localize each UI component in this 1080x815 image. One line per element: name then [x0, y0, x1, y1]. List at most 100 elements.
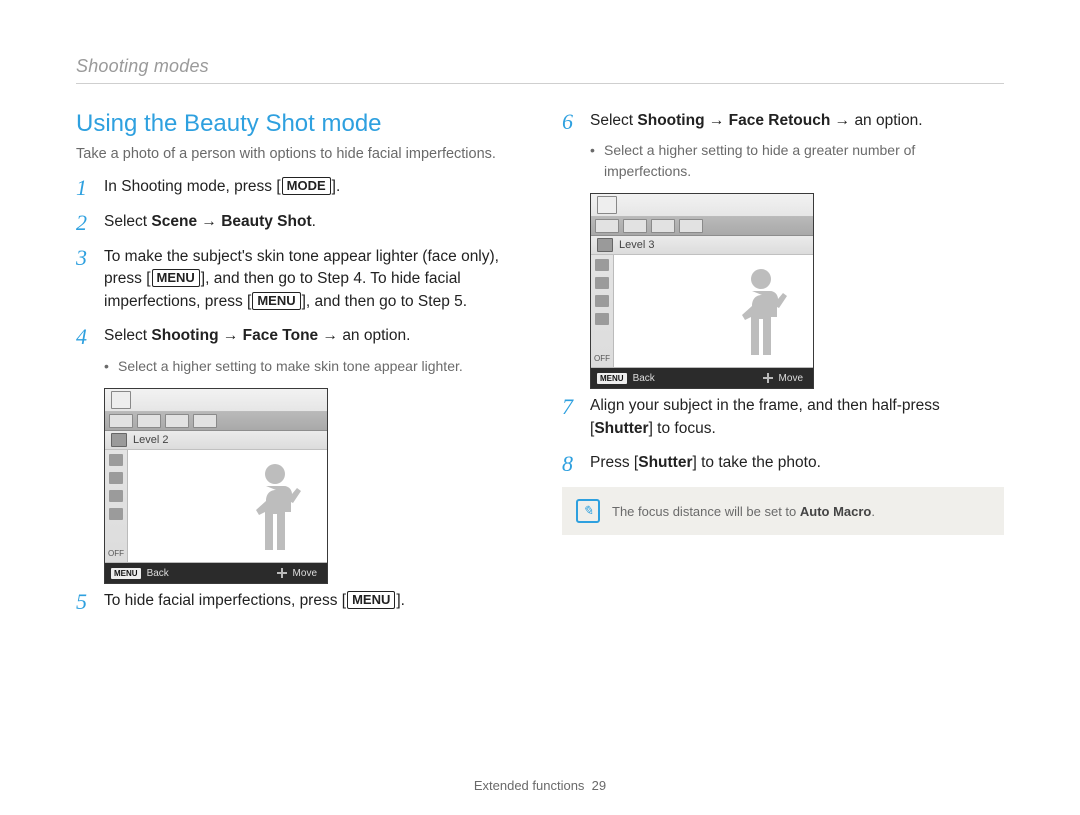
text: ] to take the photo. — [692, 454, 820, 471]
screenshot-bottombar: MENU Back Move — [105, 563, 327, 583]
step-number: 2 — [76, 211, 104, 234]
note-icon: ✎ — [576, 499, 600, 523]
level-label: Level 2 — [133, 434, 168, 446]
step-number: 1 — [76, 176, 104, 199]
arrow: → — [318, 327, 342, 344]
tab-icon — [109, 414, 133, 428]
move-label: Move — [293, 568, 317, 579]
screenshot-level-row: Level 2 — [105, 431, 327, 450]
sidebar-icon — [109, 472, 123, 484]
screenshot-topbar — [591, 194, 813, 217]
navigate-icon — [763, 373, 773, 383]
tab-icon — [193, 414, 217, 428]
move-label: Move — [779, 373, 803, 384]
screenshot-level-row: Level 3 — [591, 236, 813, 255]
step-subtext: •Select a higher setting to make skin to… — [104, 356, 518, 376]
step-number: 5 — [76, 590, 104, 613]
arrow: → — [830, 112, 854, 129]
step-7: 7 Align your subject in the frame, and t… — [562, 395, 1004, 440]
text: ]. — [332, 178, 341, 195]
step-text: In Shooting mode, press [MODE]. — [104, 176, 518, 198]
sidebar-icon — [109, 454, 123, 466]
sidebar-icon — [109, 508, 123, 520]
person-silhouette-icon — [729, 263, 793, 359]
screenshot-preview: OFF — [591, 255, 813, 368]
level-icon — [111, 433, 127, 447]
step-4: 4 Select Shooting → Face Tone → an optio… — [76, 325, 518, 376]
text: . — [871, 504, 875, 519]
step-number: 7 — [562, 395, 590, 418]
step-text: Align your subject in the frame, and the… — [590, 395, 1004, 440]
step-6: 6 Select Shooting → Face Retouch → an op… — [562, 110, 1004, 181]
menu-button-label: MENU — [152, 269, 200, 287]
screenshot-tabs — [105, 412, 327, 431]
arrow: → — [219, 327, 243, 344]
bold: Face Tone — [243, 327, 319, 344]
text: Select a higher setting to make skin ton… — [118, 356, 518, 376]
step-2: 2 Select Scene → Beauty Shot. — [76, 211, 518, 234]
back-label: Back — [147, 568, 169, 579]
arrow: → — [705, 112, 729, 129]
steps-left-2: 5 To hide facial imperfections, press [M… — [76, 590, 518, 613]
header-rule — [76, 83, 1004, 84]
mode-icon — [597, 196, 617, 214]
text: an option. — [342, 327, 410, 344]
note-text: The focus distance will be set to Auto M… — [612, 504, 875, 519]
screenshot-topbar — [105, 389, 327, 412]
page: Shooting modes Using the Beauty Shot mod… — [0, 0, 1080, 625]
menu-button-label: MENU — [252, 292, 300, 310]
mode-icon — [111, 391, 131, 409]
page-footer: Extended functions 29 — [0, 778, 1080, 793]
left-column: Using the Beauty Shot mode Take a photo … — [76, 110, 518, 625]
tab-icon — [651, 219, 675, 233]
step-number: 8 — [562, 452, 590, 475]
text: Select — [590, 112, 637, 129]
back-label: Back — [633, 373, 655, 384]
step-number: 4 — [76, 325, 104, 348]
bold: Beauty Shot — [221, 213, 311, 230]
step-subtext: •Select a higher setting to hide a great… — [590, 140, 1004, 181]
camera-screenshot-face-tone: Level 2 OFF MENUBack Mo — [104, 388, 328, 584]
step-number: 6 — [562, 110, 590, 133]
bold: Shutter — [638, 454, 692, 471]
page-number: 29 — [592, 778, 606, 793]
text: ], and then go to Step 5. — [302, 293, 467, 310]
bold: Shooting — [637, 112, 704, 129]
arrow: → — [197, 213, 221, 230]
mode-button-label: MODE — [282, 177, 331, 195]
bullet: • — [590, 140, 604, 181]
step-1: 1 In Shooting mode, press [MODE]. — [76, 176, 518, 199]
bullet: • — [104, 356, 118, 376]
tab-icon — [137, 414, 161, 428]
screenshot-sidebar: OFF — [591, 255, 614, 367]
footer-section: Extended functions — [474, 778, 585, 793]
text: The focus distance will be set to — [612, 504, 800, 519]
sidebar-icon — [109, 490, 123, 502]
menu-chip: MENU — [111, 568, 141, 579]
text: Select a higher setting to hide a greate… — [604, 140, 1004, 181]
text: ]. — [396, 592, 405, 609]
text: . — [312, 213, 316, 230]
bold: Auto Macro — [800, 504, 872, 519]
text: an option. — [854, 112, 922, 129]
step-text: Select Shooting → Face Tone → an option.… — [104, 325, 518, 376]
columns: Using the Beauty Shot mode Take a photo … — [76, 110, 1004, 625]
text: In Shooting mode, press [ — [104, 178, 281, 195]
steps-left: 1 In Shooting mode, press [MODE]. 2 Sele… — [76, 176, 518, 376]
text: Press [ — [590, 454, 638, 471]
note-box: ✎ The focus distance will be set to Auto… — [562, 487, 1004, 535]
steps-right-2: 7 Align your subject in the frame, and t… — [562, 395, 1004, 475]
step-text: To hide facial imperfections, press [MEN… — [104, 590, 518, 612]
off-label: OFF — [108, 549, 124, 558]
step-3: 3 To make the subject's skin tone appear… — [76, 246, 518, 313]
tab-icon — [679, 219, 703, 233]
screenshot-preview: OFF — [105, 450, 327, 563]
bold: Face Retouch — [729, 112, 831, 129]
section-intro: Take a photo of a person with options to… — [76, 146, 518, 162]
menu-button-label: MENU — [347, 591, 395, 609]
bold: Shutter — [594, 420, 648, 437]
sidebar-icon — [595, 295, 609, 307]
step-text: Select Scene → Beauty Shot. — [104, 211, 518, 233]
navigate-icon — [277, 568, 287, 578]
screenshot-tabs — [591, 217, 813, 236]
